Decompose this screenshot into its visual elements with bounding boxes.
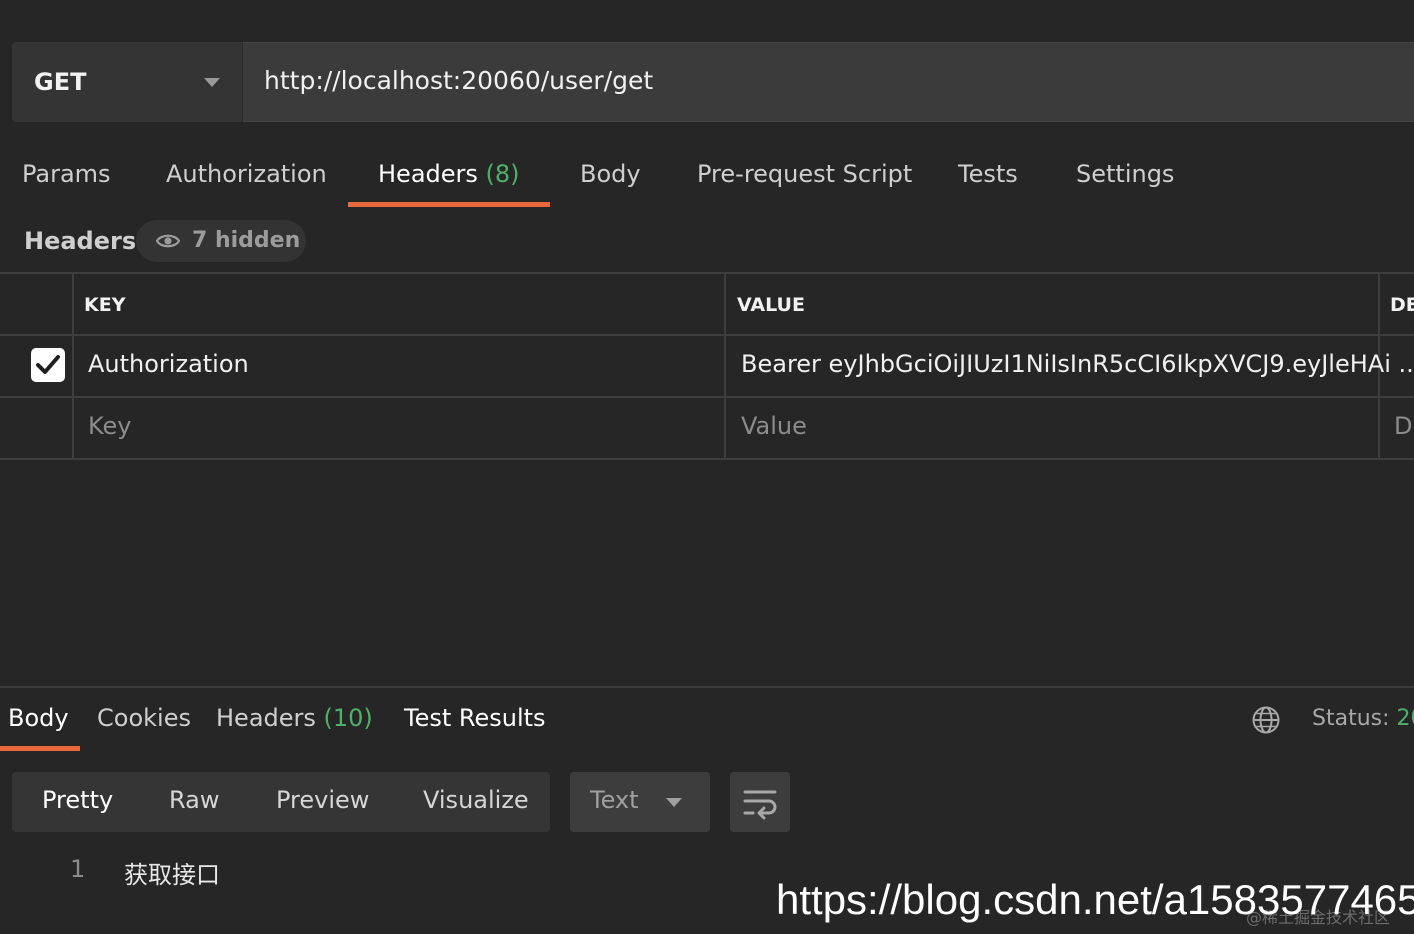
line-number: 1 <box>70 855 86 883</box>
wrap-lines-icon <box>743 790 777 820</box>
hidden-count-label: 7 hidden <box>192 228 301 253</box>
tab-body[interactable]: Body <box>580 160 641 188</box>
table-border-top <box>0 272 1414 274</box>
response-tab-cookies[interactable]: Cookies <box>97 704 191 732</box>
method-label: GET <box>34 68 87 96</box>
response-tab-headers[interactable]: Headers (10) <box>216 704 373 732</box>
chevron-down-icon <box>666 798 682 807</box>
active-tab-indicator <box>348 202 550 207</box>
response-divider <box>0 686 1414 688</box>
tab-params[interactable]: Params <box>22 160 111 188</box>
format-visualize[interactable]: Visualize <box>423 786 529 814</box>
column-header-value: VALUE <box>737 294 805 316</box>
status-label: Status: <box>1312 706 1390 731</box>
eye-icon <box>156 234 180 248</box>
format-preview[interactable]: Preview <box>276 786 369 814</box>
header-key-cell[interactable]: Authorization <box>88 350 249 378</box>
chevron-down-icon[interactable] <box>204 78 220 87</box>
new-value-input[interactable]: Value <box>741 412 807 440</box>
format-pretty[interactable]: Pretty <box>42 786 113 814</box>
header-enabled-checkbox[interactable] <box>31 348 65 382</box>
column-header-key: KEY <box>84 294 126 316</box>
header-value-cell[interactable]: Bearer eyJhbGciOiJIUzI1NiIsInR5cCI6IkpXV… <box>741 350 1414 378</box>
new-key-input[interactable]: Key <box>88 412 132 440</box>
format-raw[interactable]: Raw <box>169 786 219 814</box>
response-tab-test-results[interactable]: Test Results <box>404 704 546 732</box>
response-tab-body[interactable]: Body <box>8 704 69 732</box>
response-active-tab-indicator <box>0 746 80 751</box>
globe-icon[interactable] <box>1251 705 1281 735</box>
response-status: Status: 20 <box>1312 706 1414 731</box>
response-tab-headers-count: (10) <box>323 704 373 732</box>
tab-pre-request-script[interactable]: Pre-request Script <box>697 160 912 188</box>
tab-authorization[interactable]: Authorization <box>166 160 327 188</box>
table-border-bottom <box>0 458 1414 460</box>
table-row-divider <box>0 396 1414 398</box>
tab-headers-count: (8) <box>485 160 520 188</box>
blog-watermark: https://blog.csdn.net/a15835774652 <box>776 876 1414 923</box>
content-type-label: Text <box>590 786 639 814</box>
tab-settings[interactable]: Settings <box>1076 160 1174 188</box>
new-description-input[interactable]: De <box>1394 412 1414 440</box>
tab-headers[interactable]: Headers (8) <box>378 160 520 188</box>
table-col-divider <box>724 272 726 460</box>
table-col-divider <box>72 272 74 460</box>
table-header-divider <box>0 334 1414 336</box>
headers-section-title: Headers <box>24 227 137 255</box>
response-body-line: 获取接口 <box>124 861 220 889</box>
status-value: 20 <box>1396 706 1414 731</box>
column-header-description: DE <box>1390 294 1414 316</box>
url-input[interactable]: http://localhost:20060/user/get <box>264 66 653 95</box>
tab-tests[interactable]: Tests <box>958 160 1018 188</box>
tab-headers-label: Headers <box>378 160 478 188</box>
response-tab-headers-label: Headers <box>216 704 316 732</box>
check-icon <box>36 355 60 374</box>
